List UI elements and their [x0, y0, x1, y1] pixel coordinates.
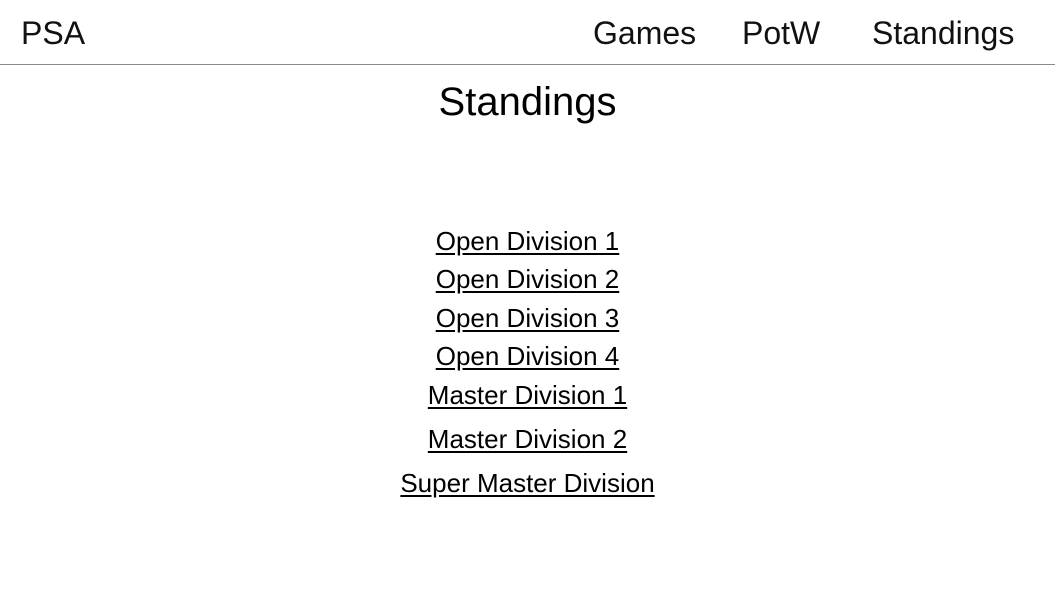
division-list-item: Master Division 1: [0, 380, 1055, 410]
division-list-item: Open Division 3: [0, 303, 1055, 333]
division-list-item: Open Division 4: [0, 341, 1055, 371]
division-list-item: Open Division 1: [0, 226, 1055, 256]
division-link-master-2[interactable]: Master Division 2: [428, 424, 627, 454]
division-link-super-master[interactable]: Super Master Division: [400, 468, 654, 498]
division-link-open-3[interactable]: Open Division 3: [436, 303, 620, 333]
division-list-item: Master Division 2: [0, 424, 1055, 454]
top-navigation-bar: PSA Games PotW Standings: [0, 0, 1055, 65]
brand-link[interactable]: PSA: [21, 14, 85, 52]
division-link-open-2[interactable]: Open Division 2: [436, 264, 620, 294]
division-link-master-1[interactable]: Master Division 1: [428, 380, 627, 410]
division-list-item: Super Master Division: [0, 468, 1055, 498]
division-link-open-4[interactable]: Open Division 4: [436, 341, 620, 371]
nav-link-games[interactable]: Games: [593, 14, 696, 52]
division-link-open-1[interactable]: Open Division 1: [436, 226, 620, 256]
nav-link-potw[interactable]: PotW: [742, 14, 820, 52]
page-title: Standings: [438, 80, 617, 124]
nav-link-standings[interactable]: Standings: [872, 14, 1014, 52]
division-list-item: Open Division 2: [0, 264, 1055, 294]
